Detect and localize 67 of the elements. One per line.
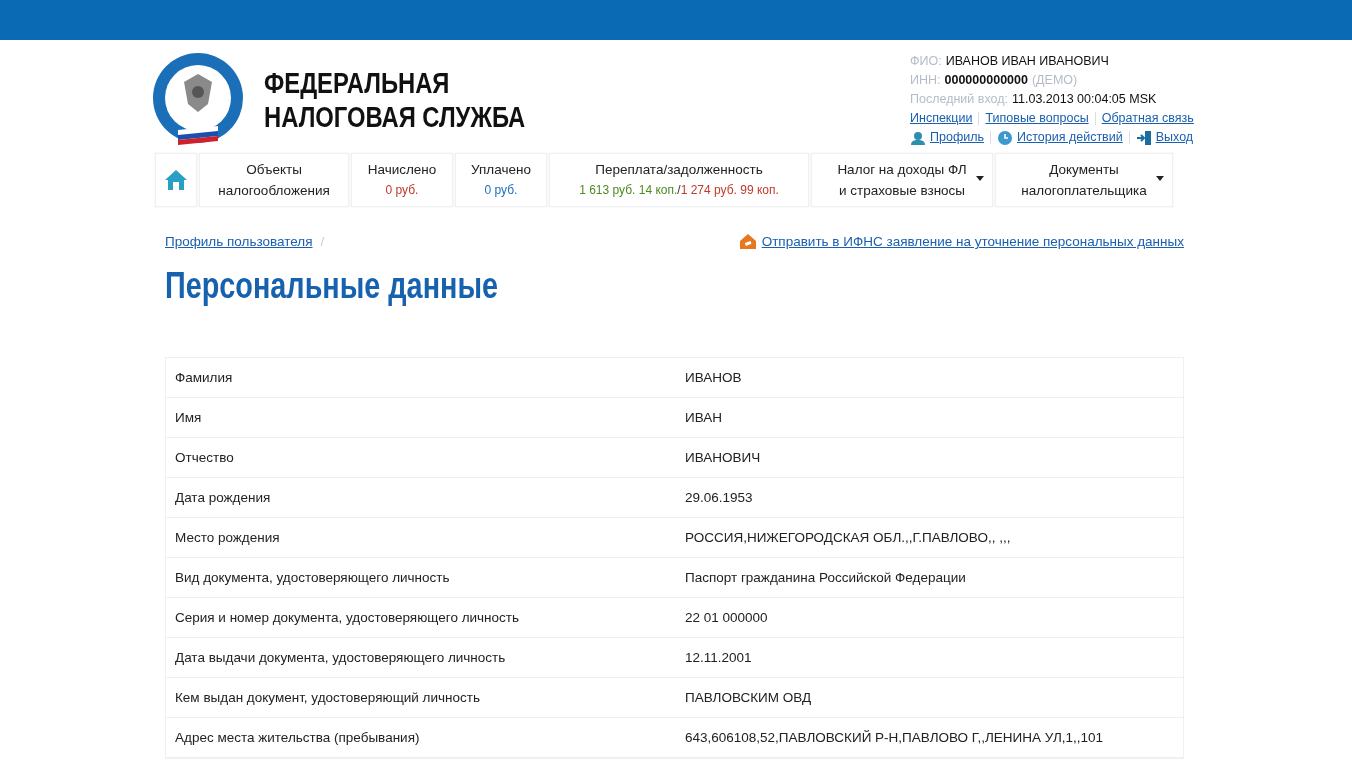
caret-icon <box>1156 176 1164 181</box>
table-cell-text: Серия и номер документа, удостоверяющего личность <box>174 610 521 625</box>
table-cell-text: Адрес места жительства (пребывания) <box>174 730 421 745</box>
table-cell-text: 643,606108,52,ПАВЛОВСКИЙ Р-Н,ПАВЛОВО Г,,ЛЕНИНА УЛ,1,,101 <box>684 730 1105 745</box>
nav-menu-item[interactable]: Документы налогоплательщика <box>995 153 1173 207</box>
nav-label: Документы <box>1049 161 1119 179</box>
header-link[interactable]: Обратная связь <box>1101 109 1194 128</box>
home-icon <box>164 168 188 192</box>
field-label: ФИО: <box>910 53 942 70</box>
table-cell-text: ПАВЛОВСКИМ ОВД <box>684 690 813 705</box>
header-link[interactable]: Типовые вопросы <box>985 109 1089 128</box>
nav-label: Переплата/задолженность <box>595 161 763 179</box>
table-cell-text: ИВАН <box>684 410 723 425</box>
demo-note: (ДЕМО) <box>1031 72 1078 89</box>
page-title: Персональные данные <box>165 264 499 308</box>
account-link[interactable]: История действий <box>1016 128 1123 147</box>
brand-name: НАЛОГОВАЯ СЛУЖБА <box>264 100 526 134</box>
breadcrumb-separator: / <box>320 234 325 249</box>
table-cell-text: Вид документа, удостоверяющего личность <box>174 570 451 585</box>
table-cell-text: РОССИЯ,НИЖЕГОРОДСКАЯ ОБЛ.,,Г.ПАВЛОВО,, ,,, <box>684 530 1012 545</box>
caret-icon <box>976 176 984 181</box>
nav-menu-item[interactable]: Объекты налогообложения <box>199 153 349 207</box>
amount-separator: / <box>677 183 681 197</box>
table-cell-text: Дата рождения <box>174 490 272 505</box>
table-cell-text: Дата выдачи документа, удостоверяющего личность <box>174 650 507 665</box>
account-link[interactable]: Профиль <box>930 128 984 147</box>
amount-value: 1 274 руб. 99 коп. <box>680 183 779 197</box>
nav-menu-item[interactable]: Налог на доходы ФЛ и страховые взносы <box>811 153 993 207</box>
table-cell-text: ИВАНОВ <box>684 370 743 385</box>
inn-value: 000000000000 <box>944 72 1028 89</box>
brand-name: ФЕДЕРАЛЬНАЯ <box>264 66 451 100</box>
table-cell-text: Имя <box>174 410 203 425</box>
table-cell-text: ИВАНОВИЧ <box>684 450 762 465</box>
table-cell-text: Отчество <box>174 450 235 465</box>
table-cell-text: 22 01 000000 <box>684 610 769 625</box>
nav-label: Уплачено <box>471 161 531 179</box>
last-login-value: 11.03.2013 00:04:05 MSK <box>1012 91 1157 108</box>
home-button[interactable] <box>155 153 197 207</box>
user-name: ИВАНОВ ИВАН ИВАНОВИЧ <box>945 53 1109 70</box>
nav-label: налогообложения <box>218 182 330 200</box>
nav-label: Начислено <box>367 161 437 179</box>
logout-icon <box>1135 129 1152 146</box>
amount-value: 0 руб. <box>385 183 419 197</box>
nav-label: Налог на доходы ФЛ <box>837 161 967 179</box>
breadcrumb-link[interactable]: Профиль пользователя <box>165 234 313 249</box>
nav-menu-item[interactable]: Уплачено 0 руб. <box>455 153 547 207</box>
account-link[interactable]: Выход <box>1155 128 1194 147</box>
field-label: Последний вход: <box>910 91 1008 108</box>
action-link[interactable]: Отправить в ИФНС заявление на уточнение персональных данных <box>761 234 1184 249</box>
table-cell-text: Кем выдан документ, удостоверяющий личность <box>174 690 481 705</box>
house-icon <box>739 234 756 249</box>
nav-menu-item[interactable]: Переплата/задолженность 1 613 руб. 14 коп./1 274 руб. 99 коп. <box>549 153 809 207</box>
field-label: ИНН: <box>910 72 941 89</box>
amount-value: 1 613 руб. 14 коп. <box>579 183 678 197</box>
table-cell-text: 29.06.1953 <box>684 490 754 505</box>
nav-label: налогоплательщика <box>1021 182 1147 200</box>
nav-label: и страховые взносы <box>838 182 966 200</box>
amount-value: 0 руб. <box>484 183 518 197</box>
table-cell-text: Паспорт гражданина Российской Федерации <box>684 570 967 585</box>
clock-icon <box>996 129 1013 146</box>
person-icon <box>910 130 926 145</box>
table-cell-text: Фамилия <box>174 370 234 385</box>
table-cell-text: Место рождения <box>174 530 281 545</box>
nav-label: Объекты <box>246 161 302 179</box>
header-link[interactable]: Инспекции <box>910 109 973 128</box>
nav-menu-item[interactable]: Начислено 0 руб. <box>351 153 453 207</box>
table-cell-text: 12.11.2001 <box>684 650 753 665</box>
